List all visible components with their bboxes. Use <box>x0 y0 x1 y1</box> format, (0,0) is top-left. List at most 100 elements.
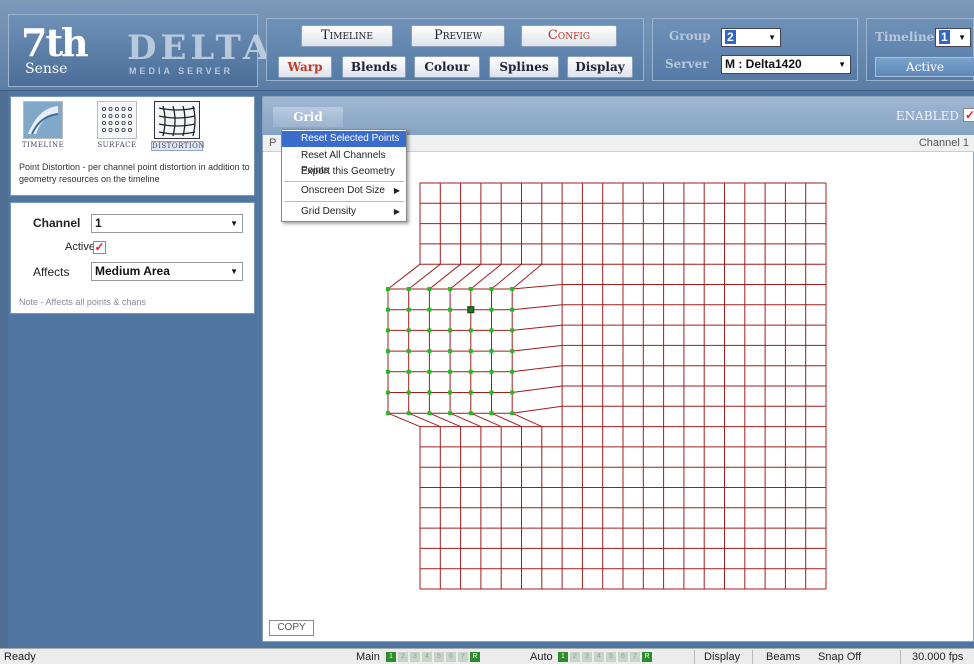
control-point[interactable] <box>448 411 453 416</box>
control-point[interactable] <box>406 349 411 354</box>
channel-indicator-7[interactable]: 7 <box>630 652 640 662</box>
control-point[interactable] <box>406 328 411 333</box>
control-point[interactable] <box>386 411 390 416</box>
control-point[interactable] <box>386 390 390 395</box>
control-point[interactable] <box>468 287 473 291</box>
nav-preview-button[interactable]: Preview <box>411 25 505 47</box>
control-point[interactable] <box>448 390 453 395</box>
control-point[interactable] <box>427 328 432 333</box>
control-point[interactable] <box>489 369 494 374</box>
nav-blends-button[interactable]: Blends <box>342 56 406 78</box>
nav-timeline-button[interactable]: Timeline <box>301 25 393 47</box>
channel-indicator-6[interactable]: 6 <box>446 652 456 662</box>
control-point[interactable] <box>406 307 411 312</box>
control-point[interactable] <box>468 369 473 374</box>
control-point[interactable] <box>448 287 453 291</box>
control-point[interactable] <box>448 369 453 374</box>
affects-select[interactable]: Medium Area ▼ <box>91 262 243 281</box>
control-point[interactable] <box>489 287 494 291</box>
status-display[interactable]: Display <box>704 651 740 663</box>
channel-indicator-2[interactable]: 2 <box>398 652 408 662</box>
control-point[interactable] <box>386 307 390 312</box>
status-snap[interactable]: Snap Off <box>818 651 861 663</box>
control-point[interactable] <box>510 411 515 416</box>
control-point[interactable] <box>489 390 494 395</box>
channel-indicator-6[interactable]: 6 <box>618 652 628 662</box>
channel-indicator-5[interactable]: 5 <box>434 652 444 662</box>
logo-sense: Sense <box>25 61 68 77</box>
channel-indicator-5[interactable]: 5 <box>606 652 616 662</box>
server-select[interactable]: M : Delta1420 ▼ <box>721 55 851 74</box>
channel-indicator-1[interactable]: 1 <box>558 652 568 662</box>
control-point[interactable] <box>489 328 494 333</box>
control-point[interactable] <box>427 307 432 312</box>
chevron-down-icon: ▼ <box>838 60 846 69</box>
control-point[interactable] <box>468 411 473 416</box>
menu-reset-selected-points[interactable]: Reset Selected Points <box>282 131 406 147</box>
control-point[interactable] <box>406 390 411 395</box>
control-point[interactable] <box>427 349 432 354</box>
control-point[interactable] <box>489 349 494 354</box>
channel-indicator-1[interactable]: 1 <box>386 652 396 662</box>
control-point[interactable] <box>468 390 473 395</box>
control-point[interactable] <box>510 287 515 291</box>
control-point[interactable] <box>427 411 432 416</box>
status-beams[interactable]: Beams <box>766 651 800 663</box>
channel-indicator-R[interactable]: R <box>470 652 480 662</box>
control-point[interactable] <box>510 328 515 333</box>
selected-control-point[interactable] <box>467 306 475 314</box>
channel-indicator-7[interactable]: 7 <box>458 652 468 662</box>
tool-distortion[interactable]: DISTORTION <box>151 101 205 151</box>
control-point[interactable] <box>427 369 432 374</box>
control-point[interactable] <box>448 307 453 312</box>
group-select[interactable]: 2 ▼ <box>721 28 781 47</box>
control-point[interactable] <box>406 411 411 416</box>
control-point[interactable] <box>468 328 473 333</box>
control-point[interactable] <box>406 369 411 374</box>
control-point[interactable] <box>510 369 515 374</box>
channel-select[interactable]: 1 ▼ <box>91 214 243 233</box>
enabled-checkbox[interactable]: ✓ <box>963 108 974 122</box>
nav-colour-button[interactable]: Colour <box>414 56 480 78</box>
copy-button[interactable]: COPY <box>269 620 314 636</box>
menu-export-geometry[interactable]: Export this Geometry <box>282 164 406 180</box>
channel-indicator-2[interactable]: 2 <box>570 652 580 662</box>
control-point[interactable] <box>448 349 453 354</box>
grid-menu-button[interactable]: Grid <box>273 107 343 127</box>
chevron-down-icon: ▼ <box>230 267 238 276</box>
timeline-select[interactable]: 1 ▼ <box>935 28 971 47</box>
menu-onscreen-dot-size[interactable]: Onscreen Dot Size ▶ <box>282 183 406 199</box>
control-point[interactable] <box>489 411 494 416</box>
channel-indicator-R[interactable]: R <box>642 652 652 662</box>
warp-grid[interactable] <box>263 153 974 643</box>
surface-dots-icon <box>97 101 137 139</box>
tool-surface[interactable]: SURFACE <box>95 101 139 151</box>
control-point[interactable] <box>386 369 390 374</box>
nav-config-button[interactable]: Config <box>521 25 617 47</box>
nav-splines-button[interactable]: Splines <box>489 56 559 78</box>
control-point[interactable] <box>386 349 390 354</box>
grid-line-horizontal <box>512 324 563 331</box>
control-point[interactable] <box>510 349 515 354</box>
control-point[interactable] <box>510 307 515 312</box>
tool-timeline[interactable]: TIMELINE <box>21 101 65 151</box>
channel-indicator-4[interactable]: 4 <box>422 652 432 662</box>
channel-indicator-4[interactable]: 4 <box>594 652 604 662</box>
control-point[interactable] <box>427 390 432 395</box>
channel-indicator-3[interactable]: 3 <box>410 652 420 662</box>
control-point[interactable] <box>510 390 515 395</box>
control-point[interactable] <box>406 287 411 291</box>
control-point[interactable] <box>448 328 453 333</box>
control-point[interactable] <box>489 307 494 312</box>
nav-warp-button[interactable]: Warp <box>278 56 332 78</box>
channel-indicator-3[interactable]: 3 <box>582 652 592 662</box>
menu-grid-density[interactable]: Grid Density ▶ <box>282 204 406 220</box>
control-point[interactable] <box>468 349 473 354</box>
menu-reset-all-channels-points[interactable]: Reset All Channels Points <box>282 148 406 176</box>
control-point[interactable] <box>427 287 432 291</box>
control-point[interactable] <box>386 328 390 333</box>
control-point[interactable] <box>386 287 390 291</box>
timeline-value: 1 <box>939 30 950 44</box>
nav-display-button[interactable]: Display <box>567 56 633 78</box>
active-checkbox[interactable]: ✓ <box>93 241 106 254</box>
